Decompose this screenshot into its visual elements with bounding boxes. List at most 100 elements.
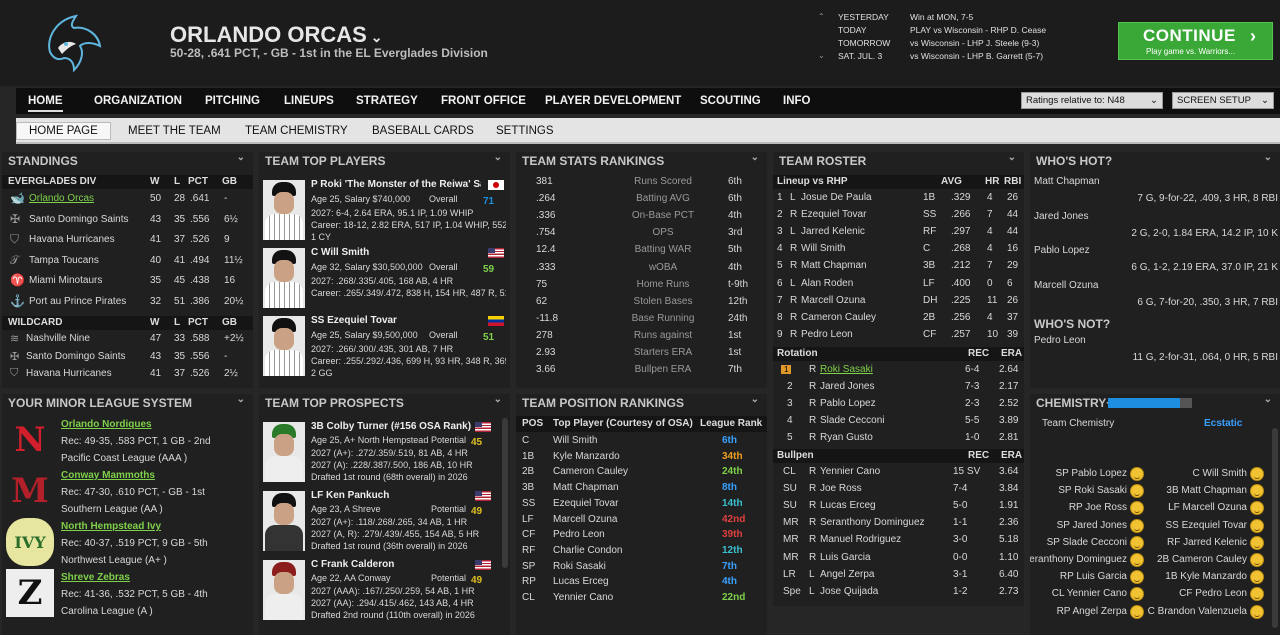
bullpen-player[interactable]: Lucas Erceg bbox=[820, 500, 876, 511]
standings-team[interactable]: Port au Prince Pirates bbox=[29, 296, 126, 307]
hot-player[interactable]: Pablo Lopez bbox=[1034, 245, 1090, 256]
rotation-player[interactable]: Slade Cecconi bbox=[820, 415, 884, 426]
top-player-card[interactable]: SS Ezequiel Tovar Age 25, Salary $9,500,0… bbox=[259, 312, 510, 380]
chemistry-left-player[interactable]: RP Joe Ross bbox=[1069, 502, 1127, 513]
screen-setup-select[interactable]: SCREEN SETUP ⌄ bbox=[1172, 92, 1274, 109]
chevron-down-icon[interactable]: ⌄ bbox=[371, 29, 383, 45]
chemistry-left-player[interactable]: RP Luis Garcia bbox=[1060, 571, 1127, 582]
prospect-name[interactable]: C Frank Calderon bbox=[311, 559, 394, 570]
minor-team-name[interactable]: Orlando Nordiques bbox=[61, 419, 152, 430]
chemistry-right-player[interactable]: C Brandon Valenzuela bbox=[1148, 606, 1247, 617]
chemistry-left-player[interactable]: SP Pablo Lopez bbox=[1055, 468, 1127, 479]
chemistry-right-player[interactable]: C Will Smith bbox=[1193, 468, 1247, 479]
top-player-card[interactable]: C Will Smith Age 32, Salary $30,500,000 Ov… bbox=[259, 244, 510, 312]
position-player[interactable]: Will Smith bbox=[553, 435, 597, 446]
position-player[interactable]: Ezequiel Tovar bbox=[553, 498, 618, 509]
chemistry-scrollbar[interactable] bbox=[1272, 428, 1278, 628]
bullpen-player[interactable]: Yennier Cano bbox=[820, 466, 880, 477]
minor-team-name[interactable]: Shreve Zebras bbox=[61, 572, 130, 583]
subnav-team-chemistry[interactable]: TEAM CHEMISTRY bbox=[245, 125, 348, 137]
position-player[interactable]: Kyle Manzardo bbox=[553, 451, 620, 462]
prospect-name[interactable]: 3B Colby Turner (#156 OSA Rank) bbox=[311, 421, 471, 432]
minor-team-name[interactable]: Conway Mammoths bbox=[61, 470, 155, 481]
team-name[interactable]: ORLANDO ORCAS ⌄ bbox=[170, 22, 383, 48]
nav-scouting[interactable]: SCOUTING bbox=[700, 95, 761, 107]
chemistry-right-player[interactable]: 3B Matt Chapman bbox=[1166, 485, 1247, 496]
chevron-down-icon[interactable]: ⌄ bbox=[1264, 394, 1272, 405]
chemistry-right-player[interactable]: RF Jarred Kelenic bbox=[1167, 537, 1247, 548]
position-player[interactable]: Matt Chapman bbox=[553, 482, 619, 493]
chevron-down-icon[interactable]: ⌄ bbox=[751, 394, 759, 405]
ratings-relative-select[interactable]: Ratings relative to: N48 ⌄ bbox=[1021, 92, 1163, 109]
chevron-down-icon[interactable]: ⌄ bbox=[237, 152, 245, 163]
subnav-home-page[interactable]: HOME PAGE bbox=[16, 122, 111, 140]
continue-button[interactable]: CONTINUE Play game vs. Warriors... › bbox=[1118, 22, 1273, 60]
hot-player[interactable]: Jared Jones bbox=[1034, 211, 1088, 222]
lineup-player[interactable]: Marcell Ozuna bbox=[801, 295, 865, 306]
nav-organization[interactable]: ORGANIZATION bbox=[94, 95, 182, 107]
player-name[interactable]: C Will Smith bbox=[311, 247, 481, 258]
hot-player[interactable]: Marcell Ozuna bbox=[1034, 280, 1098, 291]
chevron-down-icon[interactable]: ⌄ bbox=[1008, 152, 1016, 163]
standings-team[interactable]: Miami Minotaurs bbox=[29, 275, 102, 286]
standings-team[interactable]: Santo Domingo Saints bbox=[29, 214, 129, 225]
nav-strategy[interactable]: STRATEGY bbox=[356, 95, 418, 107]
rotation-player[interactable]: Jared Jones bbox=[820, 381, 874, 392]
prospect-name[interactable]: LF Ken Pankuch bbox=[311, 490, 389, 501]
lineup-player[interactable]: Pedro Leon bbox=[801, 329, 853, 340]
rotation-player[interactable]: Pablo Lopez bbox=[820, 398, 876, 409]
position-player[interactable]: Pedro Leon bbox=[553, 529, 605, 540]
chevron-down-icon[interactable]: ⌄ bbox=[751, 152, 759, 163]
rotation-player[interactable]: Ryan Gusto bbox=[820, 432, 873, 443]
chevron-down-icon[interactable]: ⌄ bbox=[494, 152, 502, 163]
top-player-card[interactable]: P Roki 'The Monster of the Reiwa' Sasa Ag… bbox=[259, 176, 510, 244]
chemistry-right-player[interactable]: SS Ezequiel Tovar bbox=[1165, 520, 1247, 531]
prospect-card[interactable]: 3B Colby Turner (#156 OSA Rank) Age 25, A… bbox=[259, 418, 510, 486]
subnav-settings[interactable]: SETTINGS bbox=[496, 125, 554, 137]
bullpen-player[interactable]: Jose Quijada bbox=[820, 586, 878, 597]
subnav-baseball-cards[interactable]: BASEBALL CARDS bbox=[372, 125, 474, 137]
bullpen-player[interactable]: Joe Ross bbox=[820, 483, 862, 494]
subnav-meet-the-team[interactable]: MEET THE TEAM bbox=[128, 125, 221, 137]
not-player[interactable]: Pedro Leon bbox=[1034, 335, 1086, 346]
standings-team[interactable]: Santo Domingo Saints bbox=[26, 351, 126, 362]
position-player[interactable]: Cameron Cauley bbox=[553, 466, 628, 477]
chemistry-right-player[interactable]: 1B Kyle Manzardo bbox=[1165, 571, 1247, 582]
prospects-scrollbar[interactable] bbox=[502, 418, 508, 568]
lineup-player[interactable]: Ezequiel Tovar bbox=[801, 209, 866, 220]
chemistry-right-player[interactable]: LF Marcell Ozuna bbox=[1168, 502, 1247, 513]
chemistry-left-player[interactable]: SP Slade Cecconi bbox=[1047, 537, 1127, 548]
standings-team[interactable]: Havana Hurricanes bbox=[26, 368, 112, 379]
nav-home[interactable]: HOME bbox=[28, 95, 63, 112]
bullpen-player[interactable]: Seranthony Dominguez bbox=[820, 517, 925, 528]
chevron-up-icon[interactable]: ⌃ bbox=[818, 12, 825, 21]
prospect-card[interactable]: C Frank Calderon Age 22, AA Conway Potenti… bbox=[259, 556, 510, 624]
lineup-player[interactable]: Matt Chapman bbox=[801, 260, 867, 271]
nav-front-office[interactable]: FRONT OFFICE bbox=[441, 95, 526, 107]
lineup-player[interactable]: Cameron Cauley bbox=[801, 312, 876, 323]
nav-player-development[interactable]: PLAYER DEVELOPMENT bbox=[545, 95, 681, 107]
position-player[interactable]: Lucas Erceg bbox=[553, 576, 609, 587]
standings-team[interactable]: Orlando Orcas bbox=[29, 193, 94, 204]
chemistry-right-player[interactable]: 2B Cameron Cauley bbox=[1157, 554, 1247, 565]
chevron-down-icon[interactable]: ⌄ bbox=[1264, 152, 1272, 163]
position-player[interactable]: Roki Sasaki bbox=[553, 561, 606, 572]
prospect-card[interactable]: LF Ken Pankuch Age 23, A Shreve Potential 4… bbox=[259, 487, 510, 555]
lineup-player[interactable]: Alan Roden bbox=[801, 278, 853, 289]
chemistry-left-player[interactable]: RP Seranthony Dominguez bbox=[1030, 554, 1127, 565]
minor-team-name[interactable]: North Hempstead Ivy bbox=[61, 521, 161, 532]
chemistry-left-player[interactable]: CL Yennier Cano bbox=[1052, 588, 1127, 599]
rotation-player[interactable]: Roki Sasaki bbox=[820, 364, 873, 375]
player-name[interactable]: SS Ezequiel Tovar bbox=[311, 315, 481, 326]
chemistry-left-player[interactable]: SP Roki Sasaki bbox=[1058, 485, 1127, 496]
standings-team[interactable]: Tampa Toucans bbox=[29, 255, 99, 266]
lineup-player[interactable]: Jarred Kelenic bbox=[801, 226, 865, 237]
position-player[interactable]: Marcell Ozuna bbox=[553, 514, 617, 525]
chemistry-left-player[interactable]: RP Angel Zerpa bbox=[1057, 606, 1127, 617]
position-player[interactable]: Yennier Cano bbox=[553, 592, 613, 603]
bullpen-player[interactable]: Luis Garcia bbox=[820, 552, 871, 563]
lineup-player[interactable]: Will Smith bbox=[801, 243, 845, 254]
standings-team[interactable]: Havana Hurricanes bbox=[29, 234, 115, 245]
standings-team[interactable]: Nashville Nine bbox=[26, 333, 90, 344]
hot-player[interactable]: Matt Chapman bbox=[1034, 176, 1100, 187]
